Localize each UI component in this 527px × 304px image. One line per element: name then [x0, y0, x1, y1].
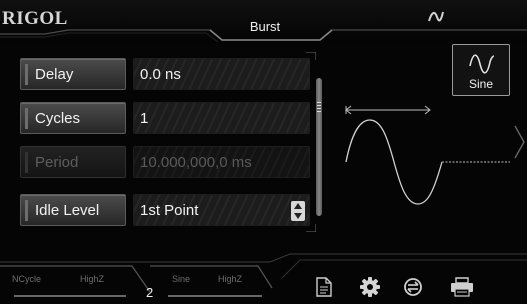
burst-preview-graphic — [345, 105, 510, 205]
list-frame-decoration — [306, 52, 316, 232]
channel-2-number: 2 — [146, 285, 154, 300]
screen: RIGOL Burst Delay 0.0 ns Cycles 1 Period — [0, 0, 527, 304]
sine-wave-icon — [469, 54, 495, 74]
channel-2-mode: Sine — [172, 274, 191, 284]
brand-logo: RIGOL — [2, 8, 68, 29]
sync-icon[interactable] — [402, 277, 424, 297]
header-bar: RIGOL Burst — [0, 0, 527, 42]
param-scrollbar[interactable] — [316, 78, 322, 216]
printer-icon[interactable] — [450, 277, 474, 297]
scrollbar-grip[interactable] — [317, 102, 321, 112]
waveform-status-icon — [428, 11, 444, 22]
waveform-select-button[interactable]: Sine — [452, 44, 510, 96]
waveform-label: Sine — [468, 77, 494, 91]
channel-2-impedance: HighZ — [218, 274, 243, 284]
channel-1-impedance: HighZ — [80, 274, 105, 284]
gear-icon[interactable] — [360, 277, 380, 297]
burst-sine-cycle — [345, 119, 443, 205]
document-icon[interactable] — [316, 277, 332, 297]
page-title: Burst — [249, 19, 281, 34]
channel-1-mode: NCycle — [12, 274, 42, 284]
next-page-arrow-icon[interactable] — [512, 122, 527, 162]
